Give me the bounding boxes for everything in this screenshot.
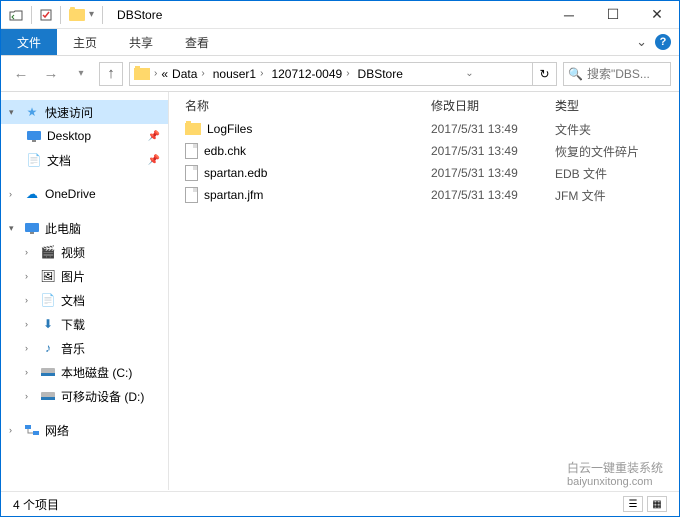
- breadcrumb-item[interactable]: nouser1›: [209, 63, 268, 85]
- file-modified: 2017/5/31 13:49: [431, 188, 555, 202]
- file-type: JFM 文件: [555, 187, 679, 204]
- drive-icon: [39, 391, 57, 401]
- back-button[interactable]: ←: [9, 62, 33, 86]
- pin-icon: 📌: [148, 131, 160, 142]
- sidebar-item-cdrive[interactable]: ›本地磁盘 (C:): [1, 360, 168, 384]
- navigation-pane: ▾ ★ 快速访问 Desktop 📌 📄 文档 📌 › ☁ OneDrive: [1, 92, 169, 490]
- file-icon: [185, 165, 198, 181]
- drive-icon: [39, 367, 57, 377]
- file-type: 恢复的文件碎片: [555, 143, 679, 160]
- sidebar-item-quick-access[interactable]: ▾ ★ 快速访问: [1, 100, 168, 124]
- star-icon: ★: [23, 105, 41, 119]
- computer-icon: [23, 222, 41, 234]
- checkbox-icon[interactable]: [40, 9, 52, 21]
- ribbon-tabs: 文件 主页 共享 查看 ⌄ ?: [1, 29, 679, 56]
- onedrive-icon: ☁: [23, 187, 41, 201]
- file-list: 名称 修改日期 类型 LogFiles2017/5/31 13:49文件夹edb…: [169, 92, 679, 490]
- collapse-icon[interactable]: ▾: [9, 223, 19, 234]
- tab-view[interactable]: 查看: [169, 29, 225, 55]
- videos-icon: 🎬: [39, 245, 57, 259]
- sidebar-item-ddrive[interactable]: ›可移动设备 (D:): [1, 384, 168, 408]
- maximize-button[interactable]: ☐: [591, 1, 635, 29]
- file-type: EDB 文件: [555, 165, 679, 182]
- folder-icon: [69, 9, 85, 21]
- sidebar-item-thispc[interactable]: ▾ 此电脑: [1, 216, 168, 240]
- ribbon-expand-icon[interactable]: ⌄: [636, 34, 647, 50]
- column-headers: 名称 修改日期 类型: [169, 92, 679, 118]
- search-icon: 🔍: [568, 67, 583, 81]
- sidebar-item-desktop[interactable]: Desktop 📌: [1, 124, 168, 148]
- music-icon: ♪: [39, 341, 57, 355]
- navigation-bar: ← → ▾ ↑ › «Data› nouser1› 120712-0049› D…: [1, 56, 679, 92]
- addr-dropdown-icon[interactable]: ⌄: [457, 63, 481, 85]
- prev-folder-icon[interactable]: [9, 8, 23, 22]
- file-name: edb.chk: [204, 144, 246, 158]
- sidebar-item-network[interactable]: › 网络: [1, 418, 168, 442]
- sidebar-item-onedrive[interactable]: › ☁ OneDrive: [1, 182, 168, 206]
- refresh-button[interactable]: ↻: [532, 63, 556, 85]
- tab-home[interactable]: 主页: [57, 29, 113, 55]
- view-details-button[interactable]: ☰: [623, 496, 643, 512]
- file-modified: 2017/5/31 13:49: [431, 144, 555, 158]
- close-button[interactable]: ✕: [635, 1, 679, 29]
- tab-share[interactable]: 共享: [113, 29, 169, 55]
- folder-icon: [185, 123, 201, 135]
- documents-icon: 📄: [39, 293, 57, 307]
- file-type: 文件夹: [555, 121, 679, 138]
- pin-icon: 📌: [148, 155, 160, 166]
- pictures-icon: 🖼: [39, 269, 57, 283]
- sidebar-item-documents[interactable]: 📄 文档 📌: [1, 148, 168, 172]
- up-button[interactable]: ↑: [99, 62, 123, 86]
- column-modified[interactable]: 修改日期: [431, 97, 555, 114]
- file-name: spartan.jfm: [204, 188, 263, 202]
- search-placeholder: 搜索"DBS...: [587, 65, 650, 82]
- breadcrumb-item[interactable]: DBStore: [354, 63, 407, 85]
- status-bar: 4 个项目 ☰ ▦: [1, 491, 679, 516]
- sidebar-item-music[interactable]: ›♪音乐: [1, 336, 168, 360]
- sidebar-item-pictures[interactable]: ›🖼图片: [1, 264, 168, 288]
- minimize-button[interactable]: ─: [547, 1, 591, 29]
- downloads-icon: ⬇: [39, 317, 57, 331]
- column-name[interactable]: 名称: [185, 97, 431, 114]
- sidebar-item-downloads[interactable]: ›⬇下载: [1, 312, 168, 336]
- sidebar-item-documents[interactable]: ›📄文档: [1, 288, 168, 312]
- file-row[interactable]: spartan.edb 2017/5/31 13:49EDB 文件: [169, 162, 679, 184]
- column-type[interactable]: 类型: [555, 97, 679, 114]
- file-icon: [185, 143, 198, 159]
- item-count: 4 个项目: [13, 496, 59, 513]
- window-title: DBStore: [117, 8, 162, 22]
- sidebar-item-videos[interactable]: ›🎬视频: [1, 240, 168, 264]
- desktop-icon: [25, 130, 43, 142]
- expand-icon[interactable]: ›: [9, 189, 19, 199]
- collapse-icon[interactable]: ▾: [9, 107, 19, 118]
- file-name: spartan.edb: [204, 166, 267, 180]
- file-icon: [185, 187, 198, 203]
- qat-dropdown-icon[interactable]: ▾: [89, 9, 94, 20]
- folder-icon: [134, 68, 150, 80]
- tab-file[interactable]: 文件: [1, 29, 57, 55]
- network-icon: [23, 424, 41, 436]
- file-modified: 2017/5/31 13:49: [431, 166, 555, 180]
- breadcrumb-item[interactable]: 120712-0049›: [267, 63, 353, 85]
- address-bar[interactable]: › «Data› nouser1› 120712-0049› DBStore ⌄…: [129, 62, 557, 86]
- documents-icon: 📄: [25, 153, 43, 167]
- expand-icon[interactable]: ›: [9, 425, 19, 435]
- file-row[interactable]: spartan.jfm 2017/5/31 13:49JFM 文件: [169, 184, 679, 206]
- search-input[interactable]: 🔍 搜索"DBS...: [563, 62, 671, 86]
- forward-button[interactable]: →: [39, 62, 63, 86]
- breadcrumb-prev[interactable]: «Data›: [157, 63, 208, 85]
- file-name: LogFiles: [207, 122, 252, 136]
- view-icons-button[interactable]: ▦: [647, 496, 667, 512]
- recent-dropdown[interactable]: ▾: [69, 62, 93, 86]
- help-icon[interactable]: ?: [655, 34, 671, 50]
- file-modified: 2017/5/31 13:49: [431, 122, 555, 136]
- file-row[interactable]: LogFiles 2017/5/31 13:49文件夹: [169, 118, 679, 140]
- titlebar: ▾ DBStore ─ ☐ ✕: [1, 1, 679, 29]
- file-row[interactable]: edb.chk 2017/5/31 13:49恢复的文件碎片: [169, 140, 679, 162]
